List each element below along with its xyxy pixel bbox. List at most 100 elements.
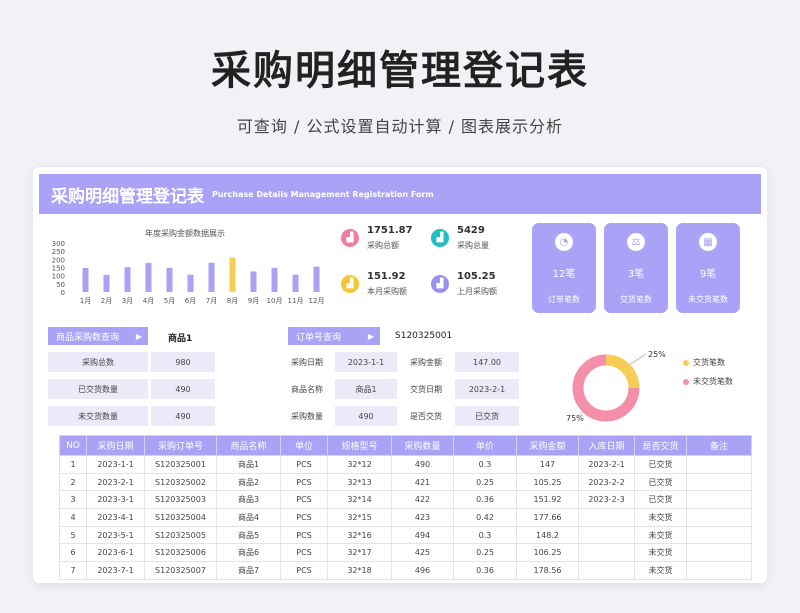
table-cell[interactable]: S120325003 — [144, 490, 217, 510]
table-cell[interactable]: 已交货 — [634, 472, 687, 492]
table-cell[interactable]: 106.25 — [516, 543, 579, 563]
column-header: 入库日期 — [578, 435, 635, 456]
table-row[interactable]: 4 2023-4-1 S120325004 商品4 PCS 32*15 423 0.42 177… — [59, 508, 752, 527]
stat-total-amount: ▟ 1751.87 采购总额 — [341, 225, 413, 251]
table-cell[interactable]: 151.92 — [516, 490, 579, 510]
table-cell[interactable]: PCS — [280, 508, 328, 527]
table-cell[interactable]: 148.2 — [516, 525, 579, 545]
table-cell[interactable]: 商品3 — [216, 490, 281, 510]
table-cell[interactable]: 105.25 — [516, 472, 579, 492]
table-cell[interactable]: 商品7 — [216, 561, 281, 580]
table-cell[interactable] — [578, 543, 635, 563]
table-cell[interactable]: 商品2 — [216, 472, 281, 492]
table-cell[interactable] — [578, 525, 635, 545]
table-cell[interactable] — [686, 525, 752, 545]
product-query-value[interactable]: 商品1 — [168, 331, 192, 344]
table-cell[interactable] — [578, 508, 635, 527]
table-cell[interactable] — [578, 561, 635, 580]
table-cell[interactable]: 147 — [516, 455, 579, 474]
table-cell[interactable]: 2023-6-1 — [86, 543, 145, 563]
table-cell[interactable]: 5 — [59, 525, 87, 545]
table-cell[interactable]: 0.36 — [453, 490, 517, 510]
table-cell[interactable]: 32*18 — [327, 561, 392, 580]
table-cell[interactable]: PCS — [280, 490, 328, 510]
table-cell[interactable]: 0.36 — [453, 561, 517, 580]
table-cell[interactable]: PCS — [280, 561, 328, 580]
table-cell[interactable]: 490 — [391, 455, 454, 474]
table-cell[interactable]: 423 — [391, 508, 454, 527]
table-cell[interactable]: S120325007 — [144, 561, 217, 580]
table-cell[interactable]: 32*14 — [327, 490, 392, 510]
table-cell[interactable]: 0.3 — [453, 525, 517, 545]
table-cell[interactable]: 494 — [391, 525, 454, 545]
order-query-value[interactable]: S120325001 — [395, 331, 452, 341]
table-cell[interactable]: 0.25 — [453, 543, 517, 563]
table-cell[interactable]: 4 — [59, 508, 87, 527]
table-cell[interactable]: 425 — [391, 543, 454, 563]
table-cell[interactable]: 2023-7-1 — [86, 561, 145, 580]
table-cell[interactable] — [686, 472, 752, 492]
table-cell[interactable]: 7 — [59, 561, 87, 580]
table-cell[interactable]: 177.66 — [516, 508, 579, 527]
table-cell[interactable]: 32*13 — [327, 472, 392, 492]
table-cell[interactable]: 496 — [391, 561, 454, 580]
table-cell[interactable]: 1 — [59, 455, 87, 474]
table-cell[interactable]: 0.25 — [453, 472, 517, 492]
table-cell[interactable]: S120325006 — [144, 543, 217, 563]
table-cell[interactable]: 商品1 — [216, 455, 281, 474]
table-cell[interactable]: PCS — [280, 455, 328, 474]
table-cell[interactable] — [686, 543, 752, 563]
table-cell[interactable]: PCS — [280, 472, 328, 492]
table-cell[interactable]: 421 — [391, 472, 454, 492]
order-query-button[interactable]: 订单号查询 ▶ — [288, 327, 380, 345]
order-row-label: 交货日期 — [410, 384, 442, 394]
table-cell[interactable]: S120325004 — [144, 508, 217, 527]
table-cell[interactable]: PCS — [280, 525, 328, 545]
table-cell[interactable]: S120325002 — [144, 472, 217, 492]
table-cell[interactable]: 178.56 — [516, 561, 579, 580]
table-cell[interactable] — [686, 455, 752, 474]
table-cell[interactable]: 未交货 — [634, 525, 687, 545]
table-cell[interactable]: S120325001 — [144, 455, 217, 474]
table-cell[interactable]: 2023-2-1 — [86, 472, 145, 492]
table-row[interactable]: 6 2023-6-1 S120325006 商品6 PCS 32*17 425 0.25 106… — [59, 543, 752, 563]
table-cell[interactable]: 32*15 — [327, 508, 392, 527]
table-cell[interactable]: 6 — [59, 543, 87, 563]
table-cell[interactable]: 32*12 — [327, 455, 392, 474]
table-cell[interactable]: 2023-5-1 — [86, 525, 145, 545]
table-cell[interactable] — [686, 561, 752, 580]
product-query-button[interactable]: 商品采购数查询 ▶ — [48, 327, 148, 345]
table-cell[interactable]: 0.3 — [453, 455, 517, 474]
table-cell[interactable]: S120325005 — [144, 525, 217, 545]
table-cell[interactable]: 已交货 — [634, 490, 687, 510]
table-cell[interactable]: 2023-2-3 — [578, 490, 635, 510]
table-cell[interactable]: 未交货 — [634, 543, 687, 563]
table-cell[interactable]: 未交货 — [634, 508, 687, 527]
table-cell[interactable]: 未交货 — [634, 561, 687, 580]
table-row[interactable]: 2 2023-2-1 S120325002 商品2 PCS 32*13 421 0.25 105… — [59, 472, 752, 492]
table-cell[interactable]: 2023-2-1 — [578, 455, 635, 474]
table-cell[interactable] — [686, 508, 752, 527]
table-row[interactable]: 3 2023-3-1 S120325003 商品3 PCS 32*14 422 0.36 151… — [59, 490, 752, 510]
table-cell[interactable] — [686, 490, 752, 510]
table-cell[interactable]: 32*17 — [327, 543, 392, 563]
table-row[interactable]: 1 2023-1-1 S120325001 商品1 PCS 32*12 490 0.3 147 2… — [59, 455, 752, 474]
table-cell[interactable]: 3 — [59, 490, 87, 510]
table-cell[interactable]: 已交货 — [634, 455, 687, 474]
column-header: NO — [59, 435, 87, 456]
table-cell[interactable]: 422 — [391, 490, 454, 510]
table-cell[interactable]: 2023-2-2 — [578, 472, 635, 492]
table-cell[interactable]: 2 — [59, 472, 87, 492]
table-row[interactable]: 5 2023-5-1 S120325005 商品5 PCS 32*16 494 0.3 148.… — [59, 525, 752, 545]
table-cell[interactable]: 0.42 — [453, 508, 517, 527]
table-cell[interactable]: 2023-1-1 — [86, 455, 145, 474]
table-cell[interactable]: 商品6 — [216, 543, 281, 563]
table-cell[interactable]: 商品5 — [216, 525, 281, 545]
table-cell[interactable]: PCS — [280, 543, 328, 563]
table-row[interactable]: 7 2023-7-1 S120325007 商品7 PCS 32*18 496 0.36 178… — [59, 561, 752, 580]
table-cell[interactable]: 32*16 — [327, 525, 392, 545]
monthly-bar-chart: 0 50 100 150 200 250 300 1月 2月 3月 4月 5月 6月 7月 8月 9月 10月 1… — [39, 223, 331, 313]
table-cell[interactable]: 商品4 — [216, 508, 281, 527]
table-cell[interactable]: 2023-4-1 — [86, 508, 145, 527]
table-cell[interactable]: 2023-3-1 — [86, 490, 145, 510]
